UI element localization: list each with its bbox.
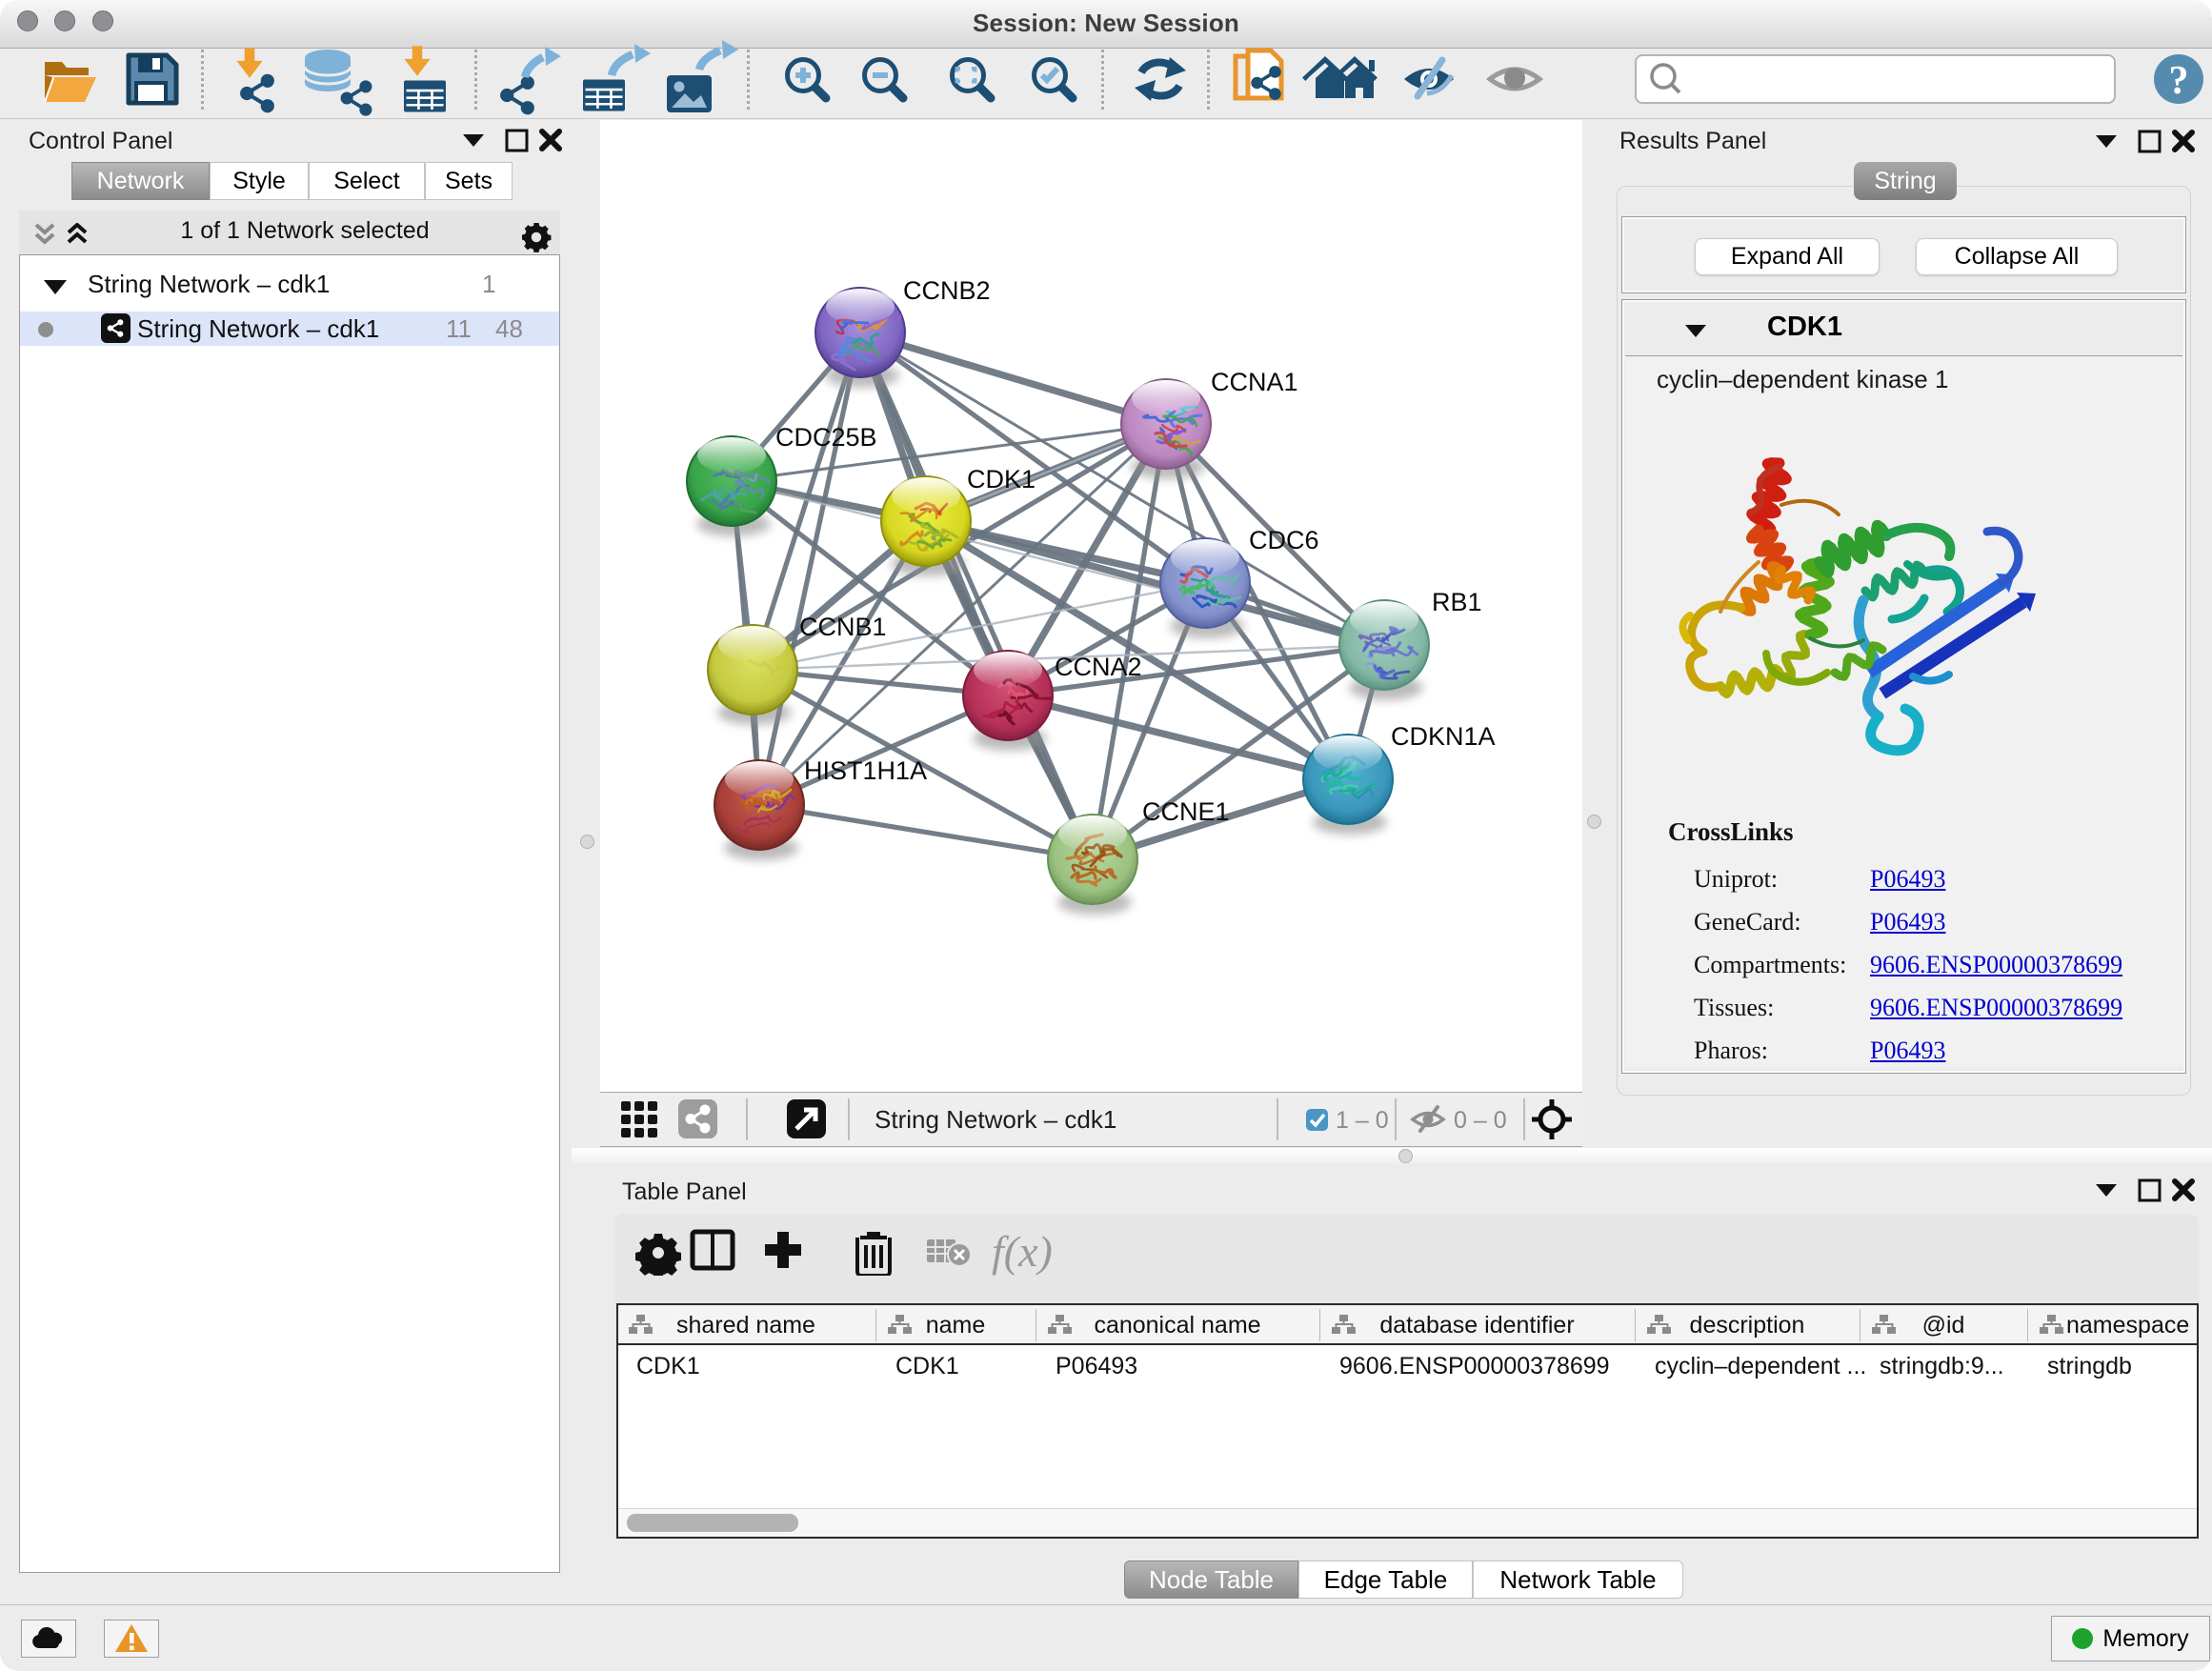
svg-text:1 – 0: 1 – 0	[1336, 1107, 1389, 1134]
svg-text:RB1: RB1	[1432, 588, 1482, 616]
svg-text:f(x): f(x)	[992, 1227, 1053, 1276]
svg-text:CDK1: CDK1	[967, 465, 1036, 493]
svg-text:CCNA1: CCNA1	[1211, 368, 1298, 396]
svg-text:CDKN1A: CDKN1A	[1391, 722, 1496, 751]
svg-text:CCNE1: CCNE1	[1142, 797, 1230, 826]
svg-text:CCNB1: CCNB1	[799, 613, 887, 641]
svg-text:?: ?	[2169, 59, 2189, 103]
svg-text:CDC25B: CDC25B	[775, 423, 877, 452]
svg-text:String Network – cdk1: String Network – cdk1	[875, 1105, 1116, 1134]
svg-text:CCNB2: CCNB2	[903, 276, 991, 305]
svg-text:0 – 0: 0 – 0	[1454, 1107, 1507, 1134]
svg-text:CDC6: CDC6	[1249, 526, 1319, 554]
svg-text:CCNA2: CCNA2	[1055, 653, 1142, 681]
svg-text:HIST1H1A: HIST1H1A	[804, 756, 927, 785]
